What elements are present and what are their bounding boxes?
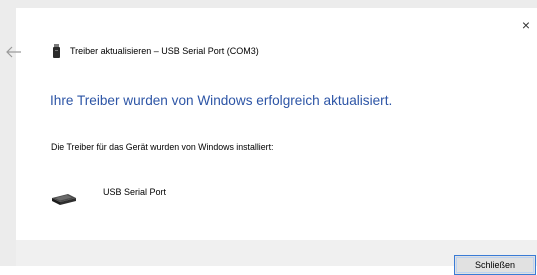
success-heading: Ihre Treiber wurden von Windows erfolgre… (50, 93, 393, 108)
close-icon[interactable]: × (519, 18, 533, 32)
close-button[interactable]: Schließen (454, 255, 536, 275)
window-shadow-top (0, 0, 537, 8)
dialog-title: Treiber aktualisieren – USB Serial Port … (70, 46, 259, 56)
dialog-footer: Schließen (16, 240, 537, 275)
dialog-title-row: Treiber aktualisieren – USB Serial Port … (52, 43, 259, 59)
back-arrow-icon[interactable] (6, 45, 22, 58)
close-button-label: Schließen (456, 257, 534, 273)
installed-info-text: Die Treiber für das Gerät wurden von Win… (51, 142, 274, 152)
device-name: USB Serial Port (103, 187, 167, 197)
usb-device-icon (51, 189, 77, 209)
update-driver-dialog: × Treiber aktualisieren – USB Serial Por… (6, 8, 537, 275)
usb-drive-icon (52, 44, 61, 58)
device-list-item: USB Serial Port (51, 185, 251, 215)
